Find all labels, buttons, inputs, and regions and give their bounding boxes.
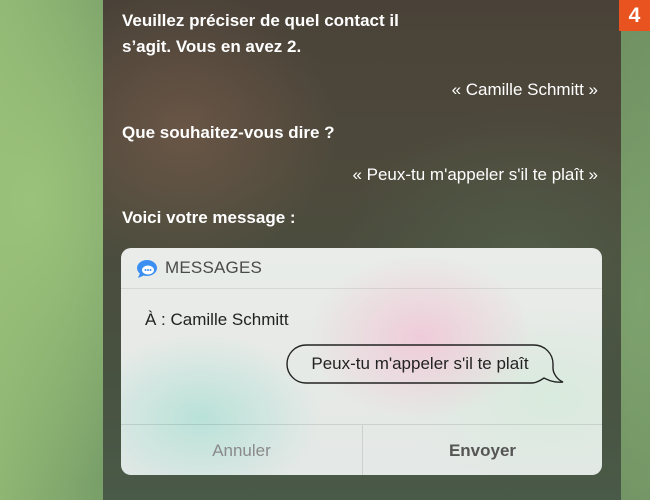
siri-prompt-line-2: s’agit. Vous en avez 2. <box>122 37 302 56</box>
card-app-title: MESSAGES <box>165 258 263 277</box>
card-header: MESSAGES <box>121 248 602 289</box>
siri-question-message: Que souhaitez-vous dire ? <box>122 123 335 142</box>
step-number-badge: 4 <box>619 0 650 31</box>
message-recipient: À : Camille Schmitt <box>145 310 289 329</box>
siri-prompt-line-1: Veuillez préciser de quel contact il <box>122 11 399 30</box>
siri-confirmation: Voici votre message : <box>122 208 296 227</box>
send-button[interactable]: Envoyer <box>363 425 602 475</box>
card-actions: Annuler Envoyer <box>121 424 602 475</box>
message-bubble: Peux-tu m'appeler s'il te plaît <box>286 344 564 384</box>
user-reply-message: « Peux-tu m'appeler s'il te plaît » <box>352 165 598 184</box>
cancel-button[interactable]: Annuler <box>121 425 362 475</box>
messages-bubble-icon <box>136 259 158 279</box>
user-reply-contact: « Camille Schmitt » <box>451 80 598 99</box>
message-card: MESSAGES À : Camille Schmitt Peux-tu m'a… <box>121 248 602 475</box>
message-bubble-text: Peux-tu m'appeler s'il te plaît <box>311 354 529 373</box>
